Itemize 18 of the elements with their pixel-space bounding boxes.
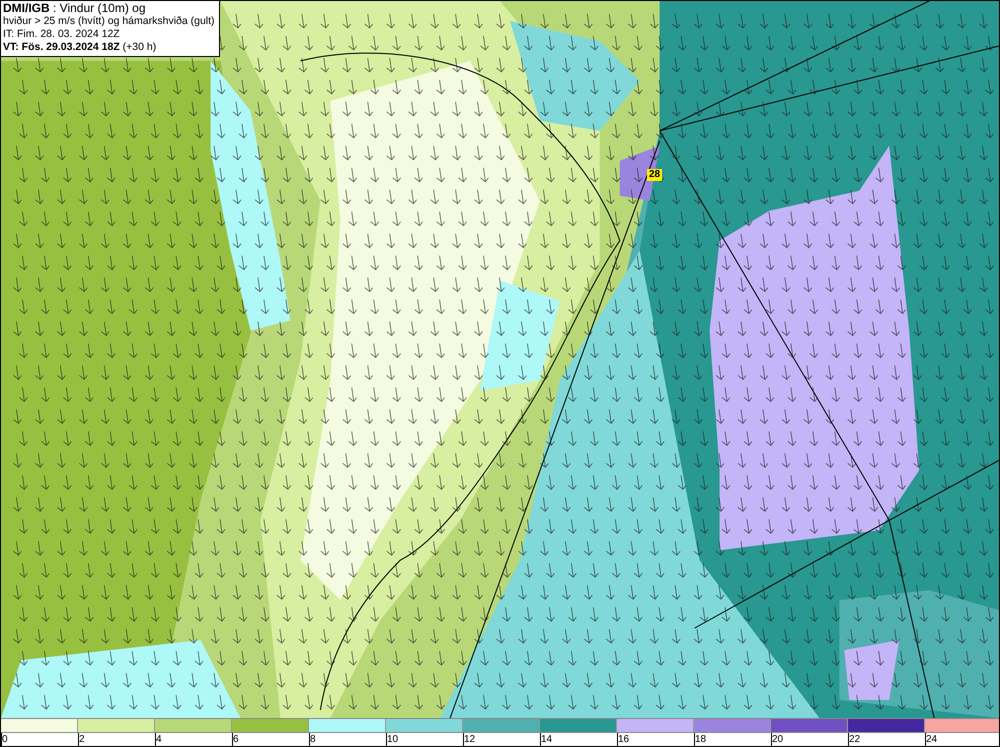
legend-tick-label: 12 [464, 734, 476, 745]
legend-tick-label: 10 [387, 734, 398, 745]
max-gust-label: 28 [647, 169, 662, 181]
legend-tick-label: 2 [79, 734, 85, 745]
header-line: DMI/IGB : Vindur (10m) og [3, 2, 146, 15]
legend-tick-label: 4 [156, 734, 162, 745]
legend-tick-label: 6 [233, 734, 239, 745]
header-line: IT: Fim. 28. 03. 2024 12Z [3, 28, 121, 41]
legend-tick-label: 20 [772, 734, 784, 745]
header-line: hviður > 25 m/s (hvítt) og hámarkshviða (gult) [3, 15, 215, 28]
legend-tick-label: 24 [926, 734, 938, 745]
legend-tick-label: 8 [310, 734, 316, 745]
legend-tick-label: 14 [541, 734, 552, 745]
legend-tick-label: 18 [695, 734, 706, 745]
legend-tick-label: 16 [618, 734, 630, 745]
header-line: VT: Fös. 29.03.2024 18Z (+30 h) [3, 41, 158, 54]
legend-tick-label: 22 [849, 734, 860, 745]
legend-tick-label: 0 [2, 734, 8, 745]
